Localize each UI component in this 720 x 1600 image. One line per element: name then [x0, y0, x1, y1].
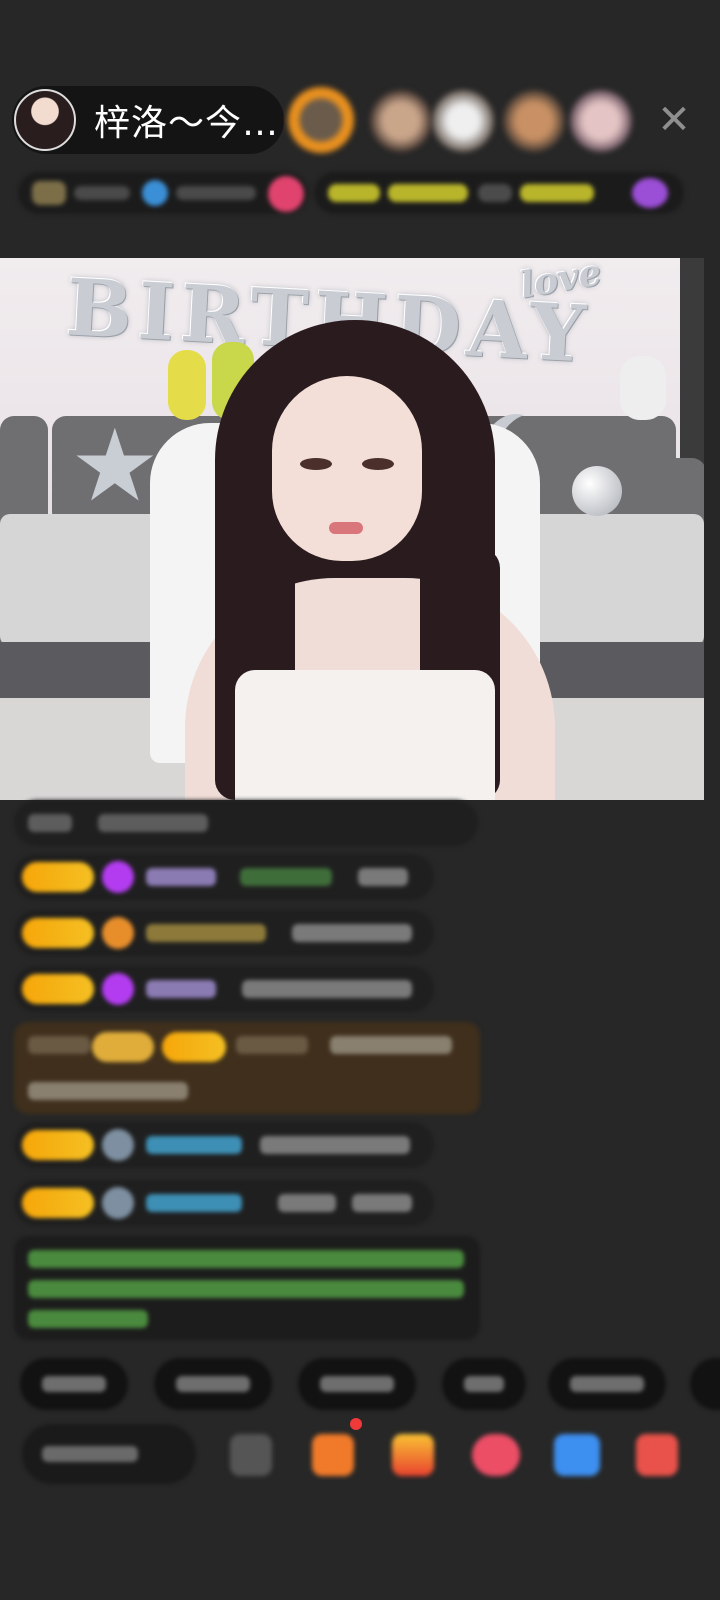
- host-name: 梓洛～今…: [94, 103, 280, 144]
- live-video[interactable]: BIRTHDAY love ★: [0, 258, 704, 800]
- chat-message: [14, 966, 434, 1012]
- close-icon[interactable]: ✕: [654, 100, 694, 140]
- quick-reply-chip[interactable]: [20, 1358, 128, 1410]
- gift-icon[interactable]: [636, 1434, 678, 1476]
- chat-message: [14, 854, 434, 900]
- top-viewer-avatar[interactable]: [288, 87, 354, 153]
- room-info-bar[interactable]: [18, 172, 308, 214]
- chat-input[interactable]: [22, 1424, 196, 1484]
- rank-tags-bar[interactable]: [314, 172, 684, 214]
- chat-message: [14, 800, 478, 846]
- silver-balloon: [572, 466, 622, 516]
- viewer-avatar[interactable]: [570, 90, 632, 152]
- quick-reply-chip[interactable]: [298, 1358, 416, 1410]
- viewer-avatar[interactable]: [503, 90, 565, 152]
- system-notice: [14, 1236, 480, 1340]
- chat-message: [14, 1180, 434, 1226]
- highlight-chat-message: [14, 1022, 480, 1114]
- host-avatar[interactable]: [14, 89, 76, 151]
- activity-icon[interactable]: [472, 1434, 520, 1476]
- chat-message: [14, 910, 434, 956]
- task-gift-icon[interactable]: [312, 1434, 354, 1476]
- game-icon[interactable]: [554, 1434, 600, 1476]
- plush-toy: [620, 356, 666, 420]
- quick-reply-chip[interactable]: [548, 1358, 666, 1410]
- notification-dot: [350, 1418, 362, 1430]
- chat-message: [14, 1122, 434, 1168]
- plush-toy: [168, 350, 206, 420]
- quick-reply-chip[interactable]: [690, 1358, 720, 1410]
- fan-club-icon[interactable]: [392, 1434, 434, 1476]
- quick-reply-chip[interactable]: [154, 1358, 272, 1410]
- emoji-icon[interactable]: [230, 1434, 272, 1476]
- host-info-pill[interactable]: 梓洛～今…: [12, 86, 284, 154]
- viewer-avatar[interactable]: [432, 90, 494, 152]
- viewer-avatar[interactable]: [370, 90, 432, 152]
- quick-reply-chip[interactable]: [442, 1358, 526, 1410]
